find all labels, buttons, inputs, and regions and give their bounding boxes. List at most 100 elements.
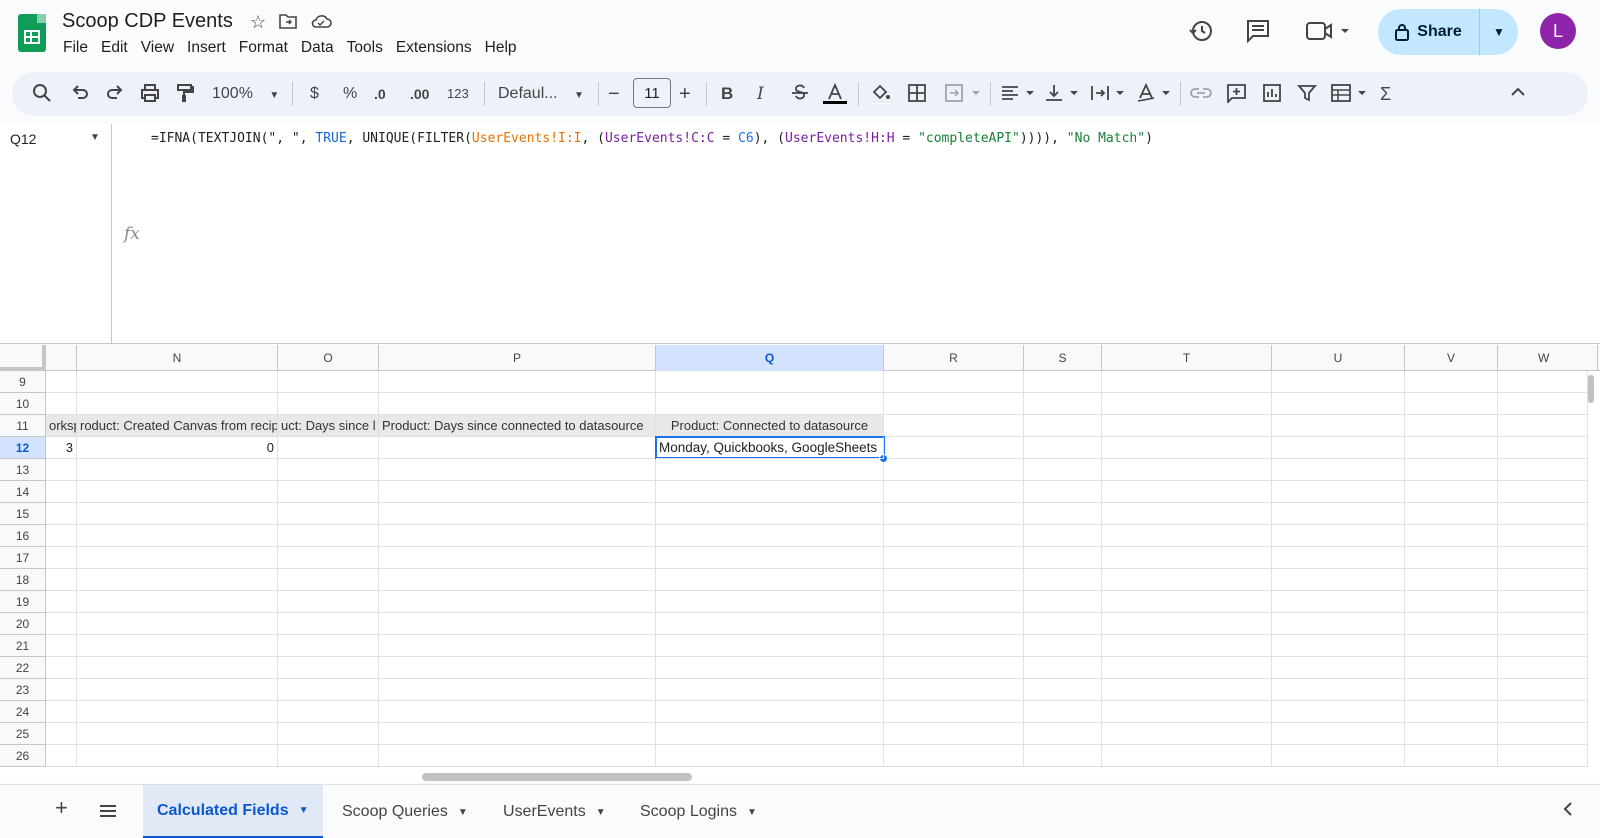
cell-r14[interactable] (884, 481, 1024, 503)
cell-u12[interactable] (1272, 437, 1405, 459)
cell-r9[interactable] (884, 371, 1024, 393)
cell-p26[interactable] (379, 745, 656, 767)
cell-o9[interactable] (278, 371, 379, 393)
row-header-22[interactable]: 22 (0, 657, 46, 679)
cell-o19[interactable] (278, 591, 379, 613)
font-size-input[interactable]: 11 (633, 78, 671, 108)
cell-m17[interactable] (46, 547, 77, 569)
menu-format[interactable]: Format (239, 39, 295, 57)
print-icon[interactable] (140, 83, 160, 109)
name-box[interactable]: Q12 ▼ (0, 124, 112, 344)
cell-r13[interactable] (884, 459, 1024, 481)
cell-n9[interactable] (77, 371, 278, 393)
filter-icon[interactable] (1297, 83, 1317, 109)
cell-r12[interactable] (884, 437, 1024, 459)
cell-o15[interactable] (278, 503, 379, 525)
row-header-26[interactable]: 26 (0, 745, 46, 767)
cell-s21[interactable] (1024, 635, 1102, 657)
cell-w21[interactable] (1498, 635, 1588, 657)
row-header-25[interactable]: 25 (0, 723, 46, 745)
cell-m9[interactable] (46, 371, 77, 393)
row-header-14[interactable]: 14 (0, 481, 46, 503)
cell-m24[interactable] (46, 701, 77, 723)
cell-n16[interactable] (77, 525, 278, 547)
cell-q15[interactable] (656, 503, 884, 525)
more-formats-button[interactable]: 123 (447, 83, 469, 105)
cell-o25[interactable] (278, 723, 379, 745)
share-button[interactable]: Share (1378, 9, 1480, 55)
cell-m15[interactable] (46, 503, 77, 525)
cell-o11[interactable]: uct: Days since l (278, 415, 379, 437)
functions-icon[interactable]: Σ (1380, 83, 1391, 105)
cell-o17[interactable] (278, 547, 379, 569)
cell-q19[interactable] (656, 591, 884, 613)
row-header-18[interactable]: 18 (0, 569, 46, 591)
cell-r19[interactable] (884, 591, 1024, 613)
row-header-12[interactable]: 12 (0, 437, 46, 459)
column-header-w[interactable]: W (1498, 345, 1598, 371)
bold-button[interactable]: B (721, 83, 733, 105)
menu-help[interactable]: Help (485, 39, 524, 57)
cell-o13[interactable] (278, 459, 379, 481)
vertical-align-icon[interactable] (1044, 83, 1080, 109)
cell-s10[interactable] (1024, 393, 1102, 415)
menu-edit[interactable]: Edit (101, 39, 135, 57)
sheets-logo-icon[interactable] (18, 14, 46, 52)
paint-format-icon[interactable] (175, 83, 195, 109)
cell-u15[interactable] (1272, 503, 1405, 525)
cell-m12[interactable]: 3 (46, 437, 77, 459)
search-icon[interactable] (32, 83, 52, 109)
text-rotation-icon[interactable] (1136, 82, 1172, 109)
cell-w22[interactable] (1498, 657, 1588, 679)
star-icon[interactable]: ☆ (250, 12, 266, 35)
cell-m20[interactable] (46, 613, 77, 635)
cell-m14[interactable] (46, 481, 77, 503)
cell-v15[interactable] (1405, 503, 1498, 525)
row-header-10[interactable]: 10 (0, 393, 46, 415)
cell-p15[interactable] (379, 503, 656, 525)
cell-s26[interactable] (1024, 745, 1102, 767)
cell-t19[interactable] (1102, 591, 1272, 613)
cell-s22[interactable] (1024, 657, 1102, 679)
cell-m23[interactable] (46, 679, 77, 701)
cell-r18[interactable] (884, 569, 1024, 591)
cell-p18[interactable] (379, 569, 656, 591)
cell-n22[interactable] (77, 657, 278, 679)
add-sheet-icon[interactable]: + (55, 795, 68, 821)
insert-chart-icon[interactable] (1262, 83, 1282, 109)
cell-n25[interactable] (77, 723, 278, 745)
cell-t9[interactable] (1102, 371, 1272, 393)
cell-r15[interactable] (884, 503, 1024, 525)
cell-p25[interactable] (379, 723, 656, 745)
cell-p21[interactable] (379, 635, 656, 657)
column-header-v[interactable]: V (1405, 345, 1498, 371)
cell-o23[interactable] (278, 679, 379, 701)
cell-r25[interactable] (884, 723, 1024, 745)
cell-q18[interactable] (656, 569, 884, 591)
formula-input[interactable]: =IFNA(TEXTJOIN(", ", TRUE, UNIQUE(FILTER… (151, 131, 1153, 146)
cell-v11[interactable] (1405, 415, 1498, 437)
row-header-19[interactable]: 19 (0, 591, 46, 613)
menu-view[interactable]: View (141, 39, 181, 57)
table-view-icon[interactable] (1330, 83, 1370, 109)
cell-u22[interactable] (1272, 657, 1405, 679)
cell-q26[interactable] (656, 745, 884, 767)
cell-p16[interactable] (379, 525, 656, 547)
cell-s15[interactable] (1024, 503, 1102, 525)
cell-p10[interactable] (379, 393, 656, 415)
cell-t23[interactable] (1102, 679, 1272, 701)
cell-o21[interactable] (278, 635, 379, 657)
move-folder-icon[interactable] (278, 12, 298, 35)
percent-format-button[interactable]: % (343, 83, 357, 105)
cell-v9[interactable] (1405, 371, 1498, 393)
cell-q20[interactable] (656, 613, 884, 635)
cell-o22[interactable] (278, 657, 379, 679)
cell-v12[interactable] (1405, 437, 1498, 459)
menu-data[interactable]: Data (301, 39, 341, 57)
cell-u14[interactable] (1272, 481, 1405, 503)
cell-u19[interactable] (1272, 591, 1405, 613)
cell-s16[interactable] (1024, 525, 1102, 547)
cell-u25[interactable] (1272, 723, 1405, 745)
cell-o20[interactable] (278, 613, 379, 635)
cell-m16[interactable] (46, 525, 77, 547)
